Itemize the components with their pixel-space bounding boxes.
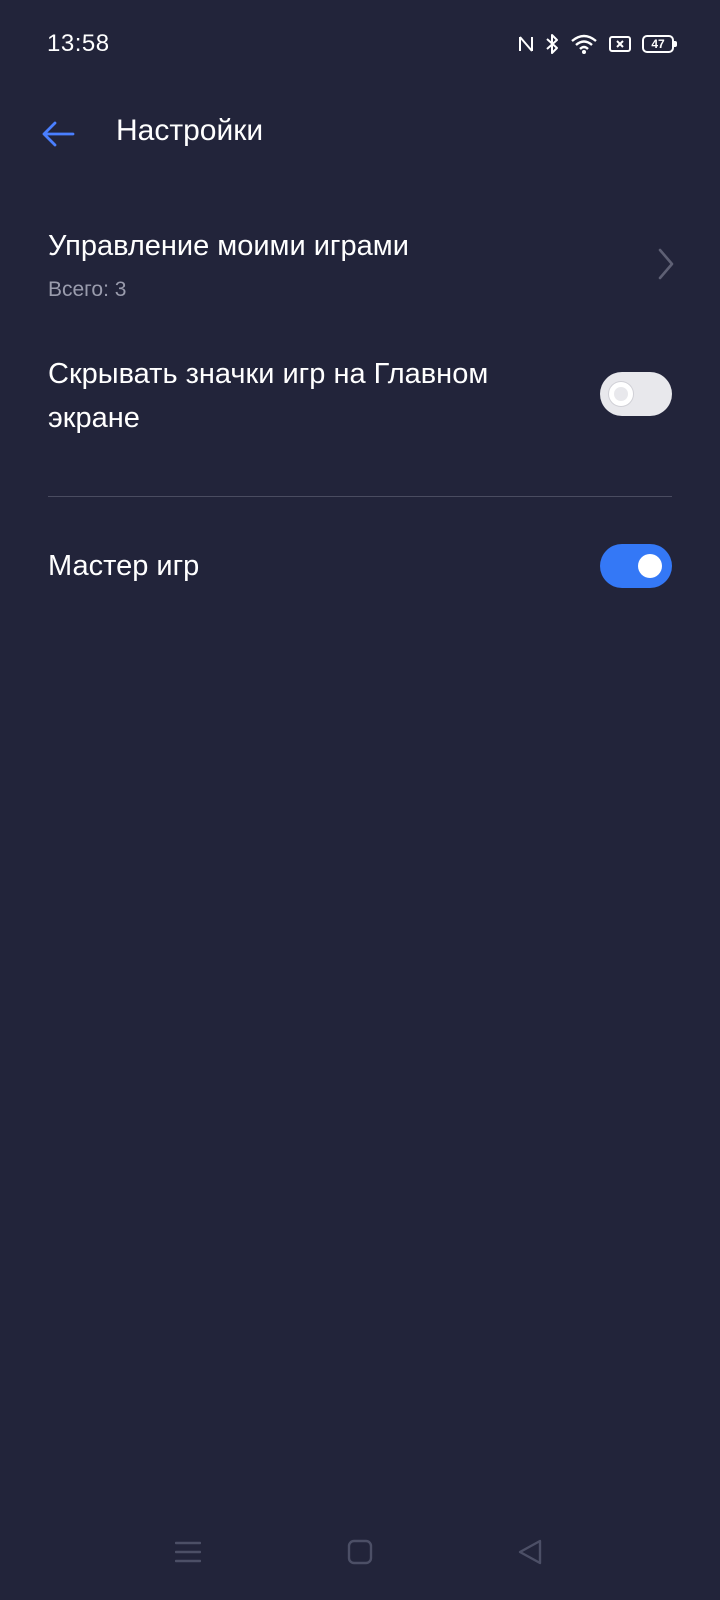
manage-games-subtitle: Всего: 3	[48, 278, 127, 301]
battery-level: 47	[651, 37, 665, 51]
status-bar: 13:58 47	[0, 0, 720, 90]
game-master-item: Мастер игр	[0, 540, 720, 616]
home-icon	[347, 1539, 373, 1565]
header: Настройки	[0, 96, 720, 172]
chevron-right-icon	[658, 248, 674, 280]
game-master-title: Мастер игр	[48, 550, 200, 582]
no-sim-icon	[608, 35, 632, 53]
battery-icon: 47	[642, 35, 677, 53]
hide-icons-toggle[interactable]	[600, 372, 672, 416]
status-icons: 47	[518, 30, 677, 58]
page-title: Настройки	[116, 114, 264, 147]
toggle-knob	[609, 382, 633, 406]
arrow-left-icon	[42, 121, 75, 147]
nav-menu-button[interactable]	[168, 1532, 208, 1572]
divider	[48, 496, 672, 497]
nav-bar	[0, 1510, 720, 1600]
back-triangle-icon	[518, 1539, 542, 1565]
manage-games-title: Управление моими играми	[48, 230, 409, 262]
game-master-toggle[interactable]	[600, 544, 672, 588]
wifi-icon	[570, 33, 598, 55]
hide-icons-item: Скрывать значки игр на Главном экране	[0, 350, 720, 450]
back-button[interactable]	[30, 106, 86, 162]
status-time: 13:58	[47, 30, 110, 57]
hide-icons-title-line1: Скрывать значки игр на Главном	[48, 358, 489, 390]
hide-icons-title-line2: экране	[48, 402, 140, 434]
screen: 13:58 47 Настройки Управление моими игра…	[0, 0, 720, 1600]
bluetooth-icon	[544, 33, 560, 55]
nav-back-button[interactable]	[510, 1532, 550, 1572]
menu-icon	[175, 1541, 201, 1563]
nav-home-button[interactable]	[340, 1532, 380, 1572]
toggle-knob	[638, 554, 662, 578]
manage-games-item[interactable]: Управление моими играми Всего: 3	[0, 220, 720, 320]
nfc-icon	[518, 34, 534, 54]
